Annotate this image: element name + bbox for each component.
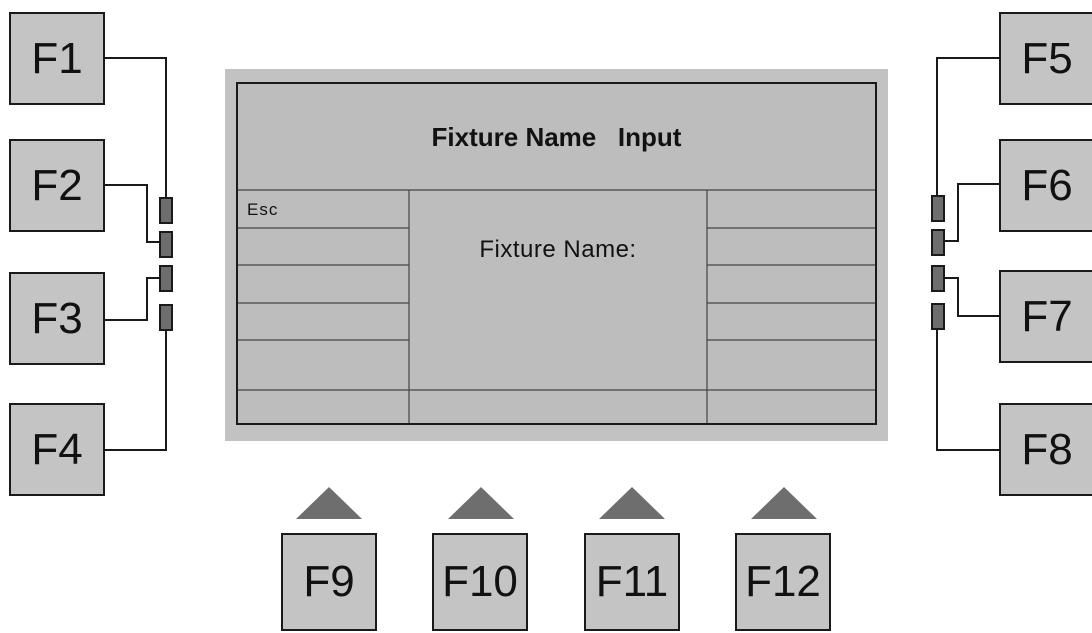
wire-f8	[936, 330, 1000, 451]
connector-block-icon	[931, 195, 945, 222]
connector-block-icon	[159, 197, 173, 224]
connector-block-icon	[159, 304, 173, 331]
menu-item-right-3[interactable]	[707, 265, 875, 303]
connector-block-icon	[931, 303, 945, 330]
menu-item-left-5[interactable]	[238, 340, 409, 390]
f11-key[interactable]: F11	[584, 533, 680, 631]
menu-item-right-4[interactable]	[707, 303, 875, 340]
menu-item-right-2[interactable]	[707, 228, 875, 265]
f9-key[interactable]: F9	[281, 533, 377, 631]
menu-item-right-1[interactable]	[707, 192, 875, 228]
connector-block-icon	[159, 231, 173, 258]
triangle-up-icon	[751, 487, 817, 519]
fixture-name-label: Fixture Name:	[479, 236, 637, 263]
f4-key[interactable]: F4	[9, 403, 105, 496]
wire-f3	[104, 277, 160, 321]
menu-item-right-5[interactable]	[707, 340, 875, 390]
connector-block-icon	[931, 229, 945, 256]
connector-block-icon	[931, 265, 945, 292]
f6-key[interactable]: F6	[999, 139, 1092, 232]
f5-key[interactable]: F5	[999, 12, 1092, 105]
f3-key[interactable]: F3	[9, 272, 105, 365]
lcd-screen: Fixture Name Input Esc Fixture Name:	[236, 82, 877, 425]
wire-f5	[936, 57, 1000, 196]
f7-key[interactable]: F7	[999, 270, 1092, 363]
f2-key[interactable]: F2	[9, 139, 105, 232]
f12-key[interactable]: F12	[735, 533, 831, 631]
wire-f1	[104, 57, 167, 198]
menu-item-left-4[interactable]	[238, 303, 409, 340]
wire-f6	[944, 183, 1000, 242]
triangle-up-icon	[448, 487, 514, 519]
f8-key[interactable]: F8	[999, 403, 1092, 496]
wire-f4	[104, 330, 167, 451]
wire-f2	[104, 184, 160, 243]
menu-item-left-2[interactable]	[238, 228, 409, 265]
f1-key[interactable]: F1	[9, 12, 105, 105]
wire-f7	[944, 277, 1000, 317]
menu-item-esc[interactable]: Esc	[238, 192, 409, 228]
f10-key[interactable]: F10	[432, 533, 528, 631]
triangle-up-icon	[296, 487, 362, 519]
connector-block-icon	[159, 265, 173, 292]
triangle-up-icon	[599, 487, 665, 519]
menu-item-left-3[interactable]	[238, 265, 409, 303]
